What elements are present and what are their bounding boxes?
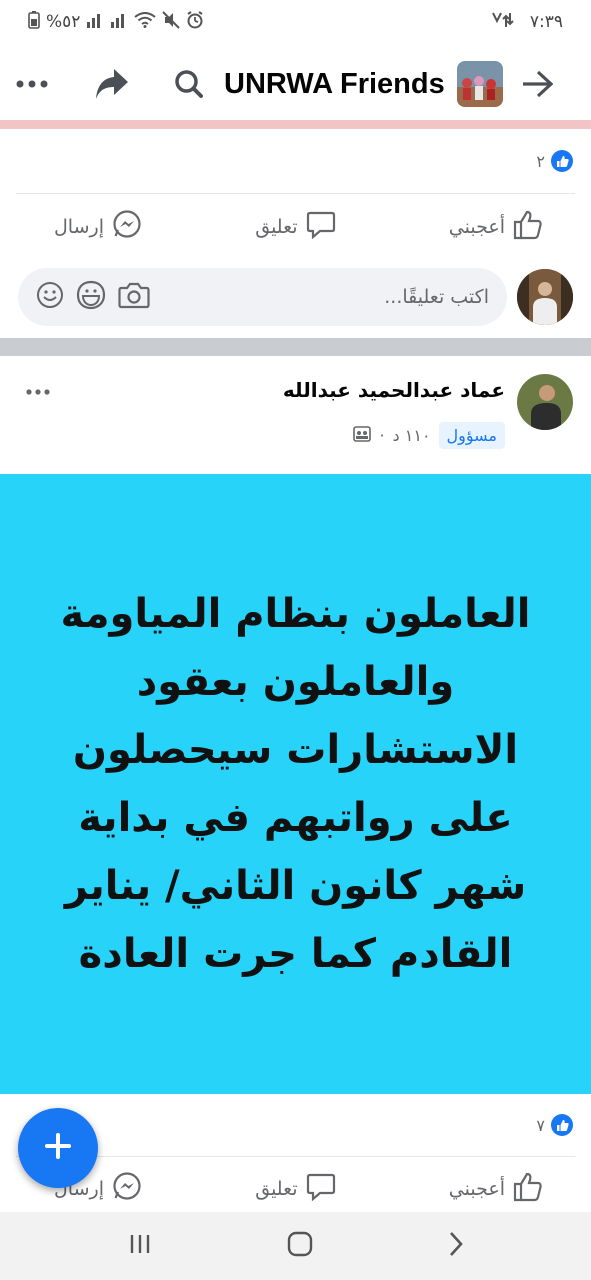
thumbs-up-icon (513, 1172, 543, 1207)
comment-icon (306, 1173, 336, 1206)
like-button[interactable]: أعجبني (449, 1172, 543, 1207)
admin-badge: مسؤول (438, 422, 505, 449)
post-header: عماد عبدالحميد عبدالله مسؤول ١١٠ د · (0, 356, 591, 474)
share-icon[interactable] (94, 67, 130, 101)
comment-icon (306, 211, 336, 244)
post-actions: إرسال تعليق أعجبني (0, 1168, 591, 1210)
status-bar: %٥٢ ٧:٣٩ (0, 0, 591, 44)
post-time[interactable]: ١١٠ د (393, 426, 431, 445)
battery-percent: %٥٢ (46, 12, 81, 32)
post-image[interactable]: العاملون بنظام المياومة والعاملون بعقود … (0, 474, 591, 1094)
user-avatar[interactable] (517, 269, 573, 325)
messenger-icon (112, 209, 142, 245)
separator-line (0, 120, 591, 129)
post-more-icon[interactable] (26, 376, 50, 401)
post-image-text: العاملون بنظام المياومة والعاملون بعقود … (60, 591, 531, 977)
emoji-icon[interactable] (36, 281, 64, 313)
thumbs-up-icon (513, 210, 543, 245)
camera-icon[interactable] (118, 281, 150, 313)
plus-icon (45, 1133, 71, 1163)
search-icon[interactable] (174, 69, 204, 99)
wifi-icon (134, 11, 157, 33)
like-badge-icon (551, 1114, 573, 1136)
like-label: أعجبني (448, 1178, 505, 1200)
alarm-icon (186, 10, 204, 34)
send-button[interactable]: إرسال (54, 209, 142, 245)
post-author[interactable]: عماد عبدالحميد عبدالله (283, 378, 505, 402)
back-icon[interactable] (448, 1231, 464, 1261)
comment-button[interactable]: تعليق (255, 211, 335, 244)
send-label: إرسال (54, 216, 104, 238)
like-count: ٧ (536, 1115, 545, 1135)
post-meta: مسؤول ١١٠ د · (353, 422, 505, 449)
group-audience-icon (353, 425, 372, 446)
create-post-button[interactable] (18, 1108, 98, 1188)
comment-input[interactable]: اكتب تعليقًا... (18, 268, 507, 326)
like-label: أعجبني (448, 216, 505, 238)
like-button[interactable]: أعجبني (449, 210, 543, 245)
battery-icon (28, 10, 40, 34)
divider (16, 1156, 575, 1157)
back-arrow-icon[interactable] (521, 70, 553, 98)
reaction-summary[interactable]: ٢ (0, 146, 591, 176)
signal-icon (110, 12, 128, 33)
status-right: ٧:٣٩ (490, 11, 563, 34)
comment-placeholder: اكتب تعليقًا... (384, 286, 489, 308)
meta-dot: · (379, 426, 385, 445)
status-left: %٥٢ (28, 10, 204, 34)
comment-composer: اكتب تعليقًا... (0, 266, 591, 328)
more-icon[interactable] (16, 80, 60, 88)
system-nav-bar (0, 1212, 591, 1280)
home-icon[interactable] (287, 1231, 313, 1261)
post-actions: إرسال تعليق أعجبني (0, 206, 591, 248)
author-avatar[interactable] (517, 374, 573, 430)
comment-label: تعليق (255, 1178, 298, 1200)
recent-apps-icon[interactable] (128, 1232, 152, 1260)
messenger-icon (112, 1171, 142, 1207)
like-badge-icon (551, 150, 573, 172)
mute-icon (162, 10, 181, 34)
clock: ٧:٣٩ (529, 12, 563, 32)
signal-icon (86, 12, 104, 33)
post-separator (0, 338, 591, 356)
comment-label: تعليق (255, 216, 298, 238)
sticker-icon[interactable] (76, 280, 106, 314)
like-count: ٢ (536, 151, 545, 171)
comment-button[interactable]: تعليق (255, 1173, 335, 1206)
group-header: UNRWA Friends (0, 44, 591, 124)
group-title[interactable]: UNRWA Friends (224, 68, 445, 101)
divider (16, 193, 575, 194)
data-icon (490, 11, 514, 34)
group-avatar[interactable] (456, 61, 503, 107)
